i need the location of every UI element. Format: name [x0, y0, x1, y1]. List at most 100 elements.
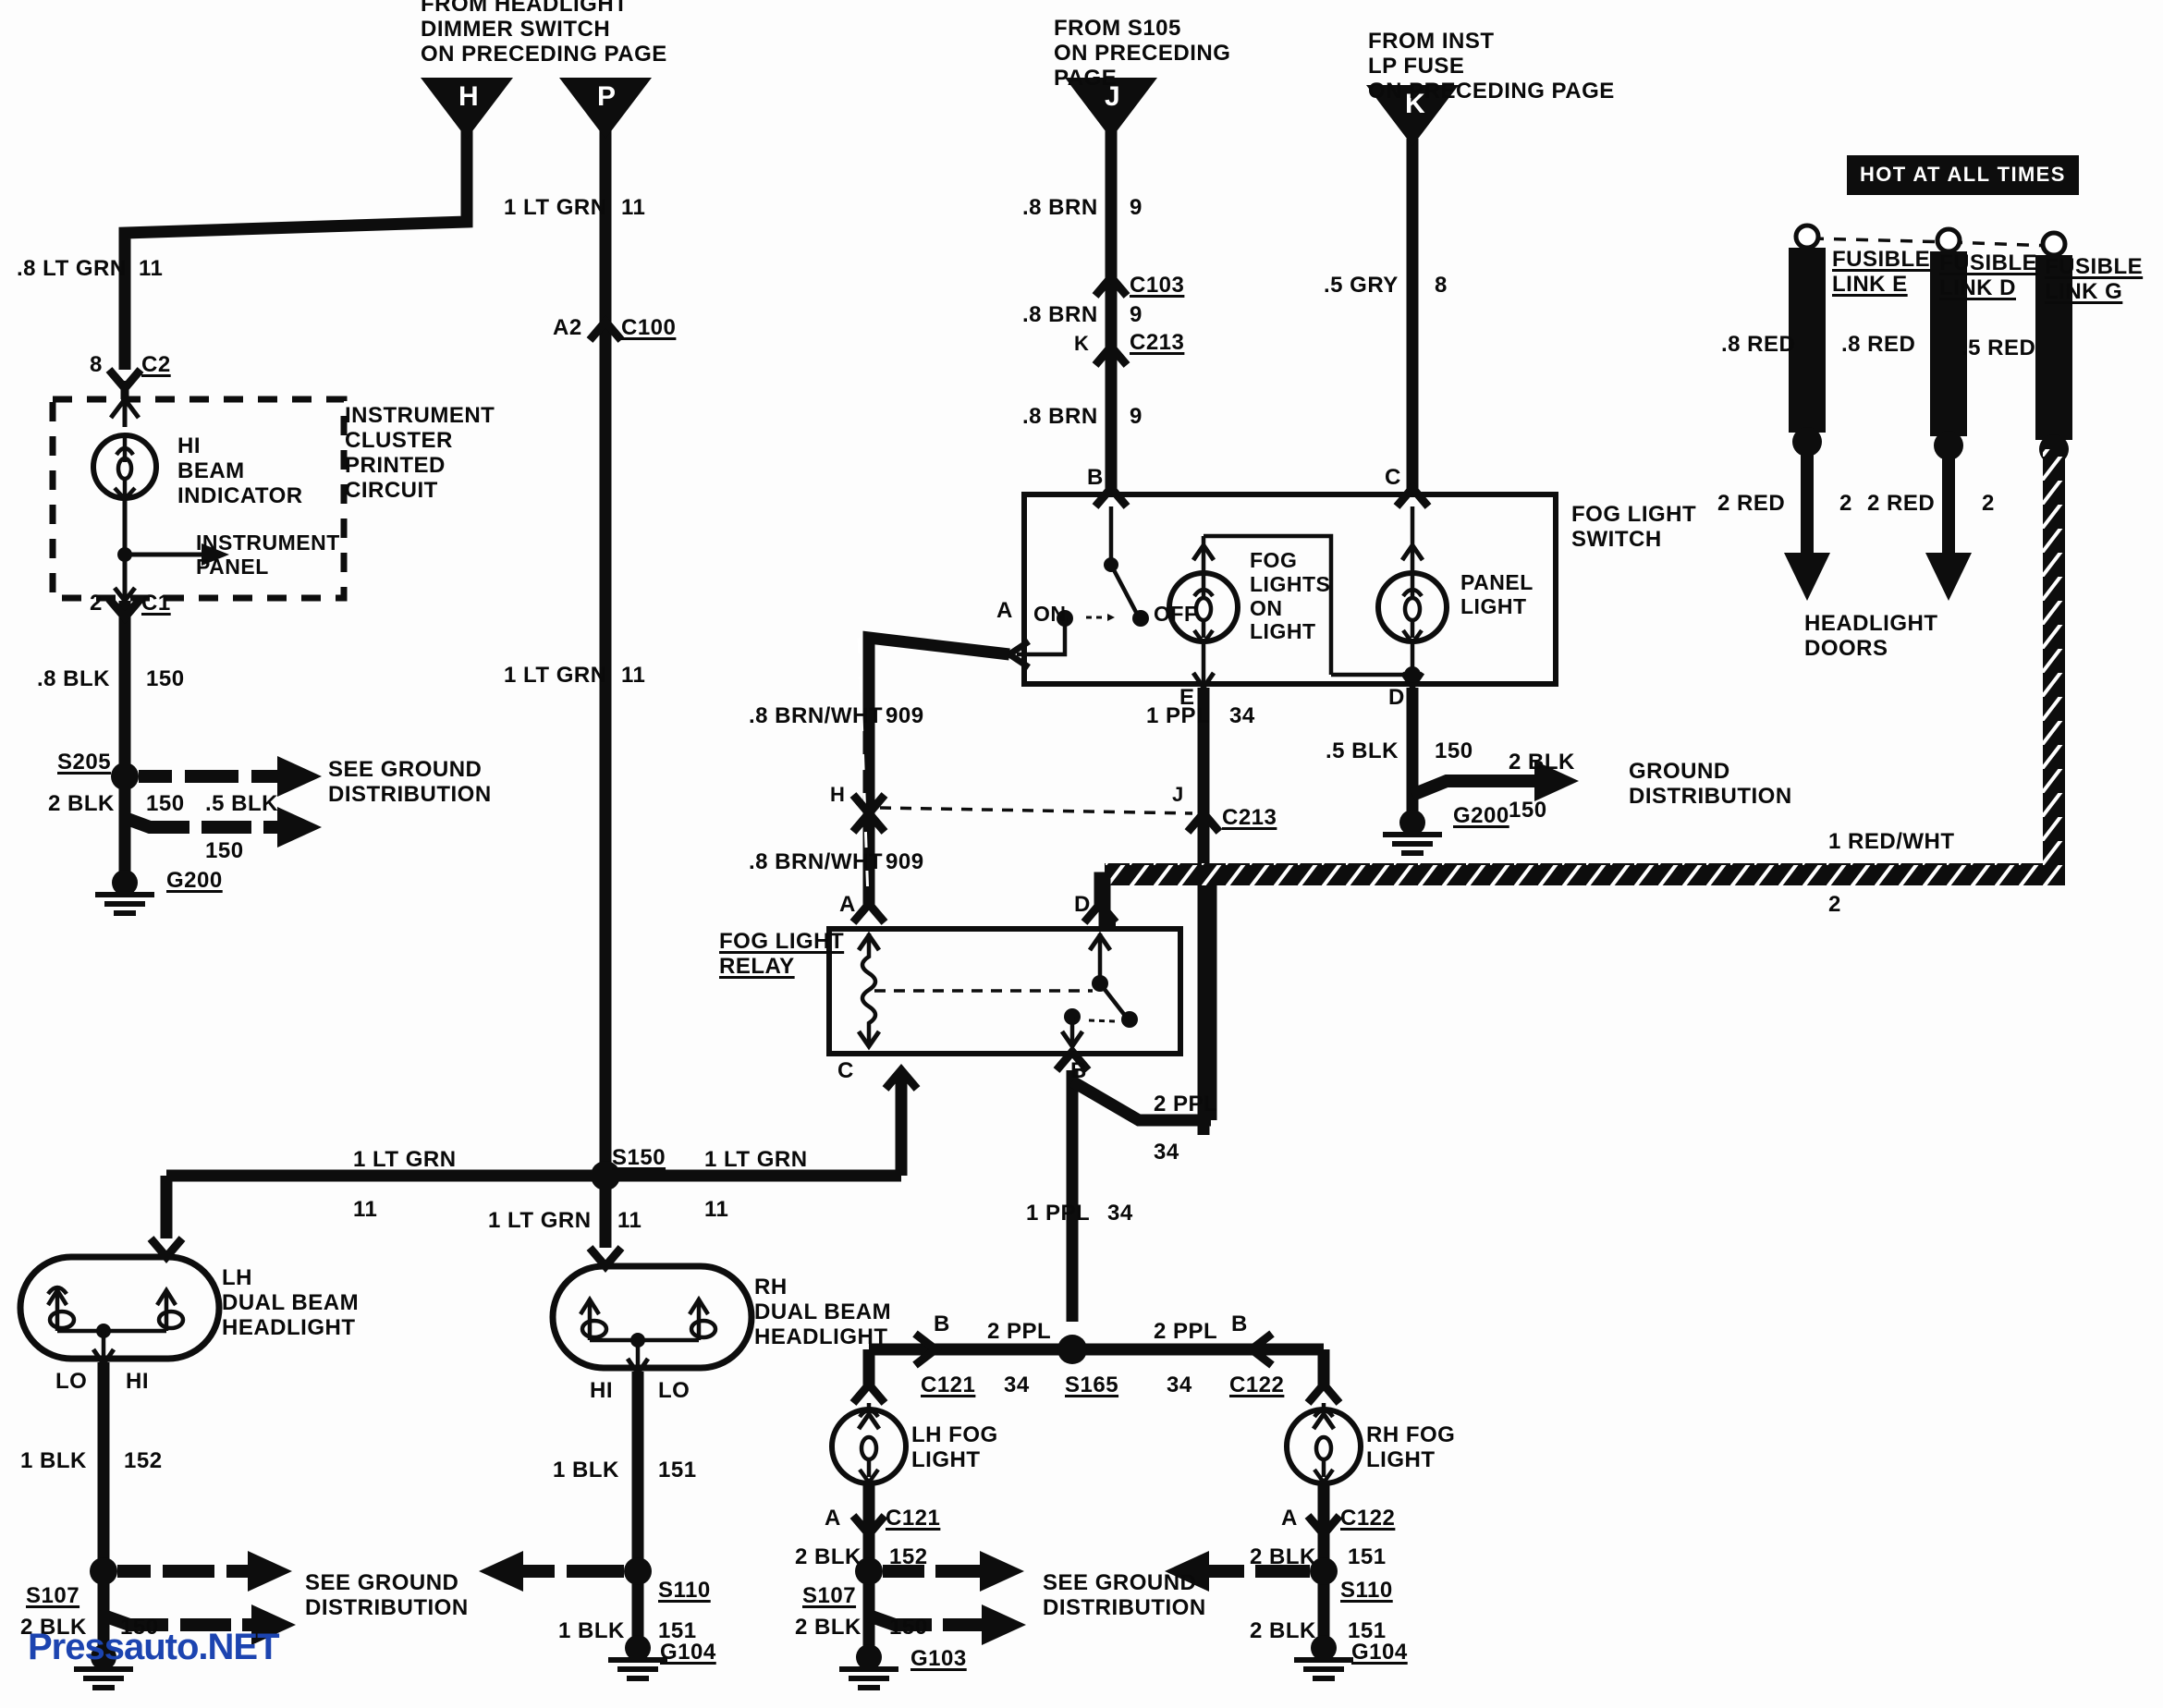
- pin-label-8: 8: [90, 352, 103, 377]
- fog-light-relay-label: FOG LIGHT RELAY: [719, 929, 845, 979]
- instrument-panel-label: INSTRUMENT PANEL: [196, 531, 340, 579]
- wire-label-blk-05: .5 BLK: [205, 791, 279, 816]
- wire-label-ppl-1-b: 1 PPL: [1026, 1201, 1091, 1226]
- circuit-number-9-a: 9: [1130, 195, 1143, 220]
- wire-label-lt-grn-1-a: 1 LT GRN: [504, 195, 607, 220]
- wire-label-blk-08: .8 BLK: [37, 666, 111, 691]
- relay-pin-c: C: [837, 1058, 854, 1083]
- fog-pin-a-left: A: [825, 1506, 841, 1531]
- splice-label-s205: S205: [57, 750, 112, 775]
- wire-label-blk-05-b: .5 BLK: [1326, 738, 1399, 763]
- ground-label-g200-b: G200: [1453, 803, 1509, 828]
- connector-label-c103: C103: [1130, 273, 1185, 298]
- circuit-number-34-c: 34: [1107, 1201, 1133, 1226]
- connector-label-c121-a: C121: [921, 1372, 976, 1397]
- circuit-number-2-a: 2: [1839, 491, 1852, 516]
- note-see-ground-distribution-c: SEE GROUND DISTRIBUTION: [1043, 1570, 1206, 1620]
- fog-light-switch-label: FOG LIGHT SWITCH: [1571, 502, 1697, 552]
- wire-label-blk-2-a: 2 BLK: [48, 791, 115, 816]
- wire-label-lt-grn-08: .8 LT GRN: [17, 256, 127, 281]
- rh-headlight-hi: HI: [590, 1378, 613, 1403]
- watermark: Pressauto.NET: [28, 1627, 280, 1667]
- splice-label-s150: S150: [612, 1145, 666, 1170]
- connector-letter-h: H: [458, 81, 479, 112]
- connector-label-c213-a: C213: [1130, 330, 1185, 355]
- note-from-headlight-dimmer: FROM HEADLIGHT DIMMER SWITCH ON PRECEDIN…: [421, 0, 667, 67]
- circuit-number-9-b: 9: [1130, 302, 1143, 327]
- circuit-number-34-b: 34: [1154, 1140, 1179, 1165]
- wire-label-brn-wht-a: .8 BRN/WHT: [749, 703, 883, 728]
- wire-label-red-05: .5 RED: [1961, 336, 2036, 360]
- connector-label-c2: C2: [141, 352, 171, 377]
- circuit-number-11-b: 11: [621, 195, 646, 220]
- connector-letter-p: P: [597, 81, 617, 112]
- wire-label-blk-2-d: 2 BLK: [1250, 1544, 1316, 1569]
- pin-label-j-c213: J: [1172, 783, 1184, 806]
- circuit-number-909-a: 909: [886, 703, 924, 728]
- instrument-cluster-label: INSTRUMENT CLUSTER PRINTED CIRCUIT: [345, 403, 495, 503]
- note-from-inst-lp-fuse: FROM INST LP FUSE ON PRECEDING PAGE: [1368, 29, 1615, 104]
- circuit-number-151-a: 151: [658, 1458, 697, 1482]
- circuit-number-909-b: 909: [886, 849, 924, 874]
- lh-headlight-label: LH DUAL BEAM HEADLIGHT: [222, 1265, 360, 1340]
- wire-label-brn-08-c: .8 BRN: [1022, 404, 1098, 429]
- lh-headlight-lo: LO: [55, 1369, 88, 1394]
- fog-pin-a-right: A: [1281, 1506, 1298, 1531]
- switch-pin-c: C: [1385, 465, 1401, 490]
- hi-beam-indicator-label: HI BEAM INDICATOR: [177, 433, 303, 508]
- circuit-number-11-d: 11: [353, 1197, 378, 1222]
- circuit-number-34-e: 34: [1167, 1372, 1192, 1397]
- circuit-number-2-c: 2: [1828, 892, 1841, 917]
- wire-label-red-wht: 1 RED/WHT: [1828, 829, 1955, 854]
- wiring-diagram-canvas: H P J K FROM HEADLIGHT DIMMER SWITCH ON …: [0, 0, 2163, 1708]
- wire-label-blk-2-b: 2 BLK: [1509, 750, 1575, 775]
- wire-label-brn-08-a: .8 BRN: [1022, 195, 1098, 220]
- connector-label-c122-a: C122: [1229, 1372, 1285, 1397]
- connector-label-c122-b: C122: [1340, 1506, 1396, 1531]
- relay-pin-d: D: [1074, 892, 1091, 917]
- rh-headlight-lo: LO: [658, 1378, 690, 1403]
- switch-position-on: ON: [1033, 602, 1067, 626]
- fog-bus-pin-b-left: B: [934, 1312, 950, 1336]
- switch-pin-a: A: [996, 598, 1013, 623]
- fusible-link-d-label: FUSIBLE LINK D: [1939, 250, 2038, 300]
- circuit-number-11-c: 11: [621, 663, 646, 688]
- wire-label-red-2-a: 2 RED: [1717, 491, 1786, 516]
- note-see-ground-distribution-a: SEE GROUND DISTRIBUTION: [328, 757, 492, 807]
- connector-label-c100: C100: [621, 315, 677, 340]
- pin-label-2: 2: [90, 591, 103, 616]
- connector-label-c213-b: C213: [1222, 805, 1277, 830]
- rh-fog-light-label: RH FOG LIGHT: [1366, 1422, 1456, 1472]
- wire-label-ppl-1-a: 1 PPL: [1146, 703, 1211, 728]
- relay-pin-b: B: [1070, 1058, 1087, 1083]
- circuit-number-9-c: 9: [1130, 404, 1143, 429]
- circuit-number-150-a: 150: [146, 666, 185, 691]
- wire-label-brn-08-b: .8 BRN: [1022, 302, 1098, 327]
- circuit-number-150-d: 150: [1435, 738, 1473, 763]
- wire-label-blk-2-c: 2 BLK: [795, 1544, 862, 1569]
- wire-label-ppl-2-a: 2 PPL: [1154, 1092, 1218, 1116]
- ground-label-g103: G103: [910, 1646, 967, 1671]
- wire-label-red-2-b: 2 RED: [1867, 491, 1936, 516]
- wire-label-red-08-a: .8 RED: [1721, 332, 1796, 357]
- wire-label-blk-1-a: 1 BLK: [20, 1448, 87, 1473]
- fusible-link-g-label: FUSIBLE LINK G: [2045, 254, 2144, 304]
- fusible-link-e-label: FUSIBLE LINK E: [1832, 247, 1931, 297]
- circuit-number-150-f: 150: [889, 1615, 928, 1640]
- wire-label-lt-grn-1-d: 1 LT GRN: [704, 1147, 808, 1172]
- wire-label-blk-1-b: 1 BLK: [553, 1458, 619, 1482]
- note-ground-distribution: GROUND DISTRIBUTION: [1629, 759, 1792, 809]
- circuit-number-150-e: 150: [1509, 798, 1547, 823]
- wire-label-blk-2-e: 2 BLK: [795, 1615, 862, 1640]
- wire-label-brn-wht-b: .8 BRN/WHT: [749, 849, 883, 874]
- rh-headlight-label: RH DUAL BEAM HEADLIGHT: [754, 1275, 892, 1349]
- lh-fog-light-label: LH FOG LIGHT: [911, 1422, 998, 1472]
- splice-label-s107-a: S107: [26, 1583, 80, 1608]
- circuit-number-34-d: 34: [1004, 1372, 1030, 1397]
- pin-label-h-c213: H: [830, 783, 846, 806]
- circuit-number-152-b: 152: [889, 1544, 928, 1569]
- circuit-number-151-b: 151: [1348, 1544, 1387, 1569]
- ground-label-g104-b: G104: [1351, 1640, 1408, 1665]
- wire-label-blk-2-f: 2 BLK: [1250, 1618, 1316, 1643]
- splice-label-s110-b: S110: [1340, 1578, 1393, 1603]
